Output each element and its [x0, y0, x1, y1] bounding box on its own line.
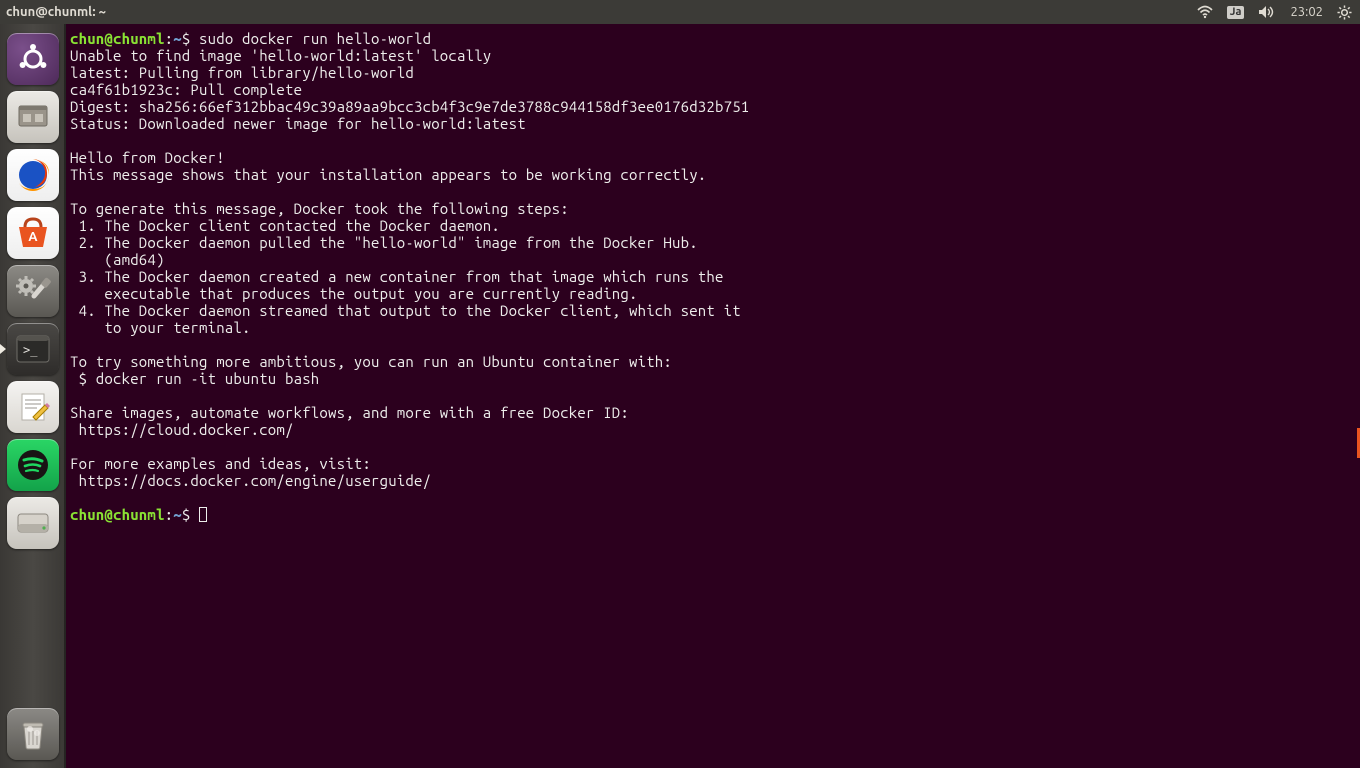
spotify-icon[interactable] — [7, 439, 59, 491]
settings-icon[interactable] — [7, 265, 59, 317]
ubuntu-software-icon[interactable]: A — [7, 207, 59, 259]
terminal-pane[interactable]: chun@chunml:~$ sudo docker run hello-wor… — [66, 24, 1360, 768]
network-wifi-icon[interactable] — [1197, 5, 1213, 19]
sound-volume-icon[interactable] — [1258, 5, 1276, 19]
dash-ubuntu-icon[interactable] — [7, 33, 59, 85]
prompt-user-host: chun@chunml — [70, 30, 165, 47]
prompt-user-host: chun@chunml — [70, 506, 165, 523]
active-app-indicator-icon — [0, 344, 6, 354]
svg-text:A: A — [28, 230, 38, 244]
terminal-output: Unable to find image 'hello-world:latest… — [70, 47, 749, 489]
entered-command: sudo docker run hello-world — [199, 30, 431, 47]
terminal-icon[interactable]: >_ — [7, 323, 59, 375]
system-gear-icon[interactable] — [1337, 5, 1352, 20]
unity-launcher: A — [0, 24, 66, 768]
files-icon[interactable] — [7, 91, 59, 143]
window-title: chun@chunml: ~ — [6, 5, 106, 19]
firefox-icon[interactable] — [7, 149, 59, 201]
clock-time[interactable]: 23:02 — [1290, 5, 1323, 19]
prompt-cwd: ~ — [173, 30, 182, 47]
top-menu-bar: chun@chunml: ~ Ja 23:02 — [0, 0, 1360, 24]
input-language-indicator[interactable]: Ja — [1227, 6, 1245, 19]
external-disk-icon[interactable] — [7, 497, 59, 549]
trash-icon[interactable] — [7, 708, 59, 760]
text-editor-icon[interactable] — [7, 381, 59, 433]
prompt-cwd: ~ — [173, 506, 182, 523]
terminal-cursor — [199, 507, 207, 522]
svg-text:>_: >_ — [23, 343, 38, 357]
